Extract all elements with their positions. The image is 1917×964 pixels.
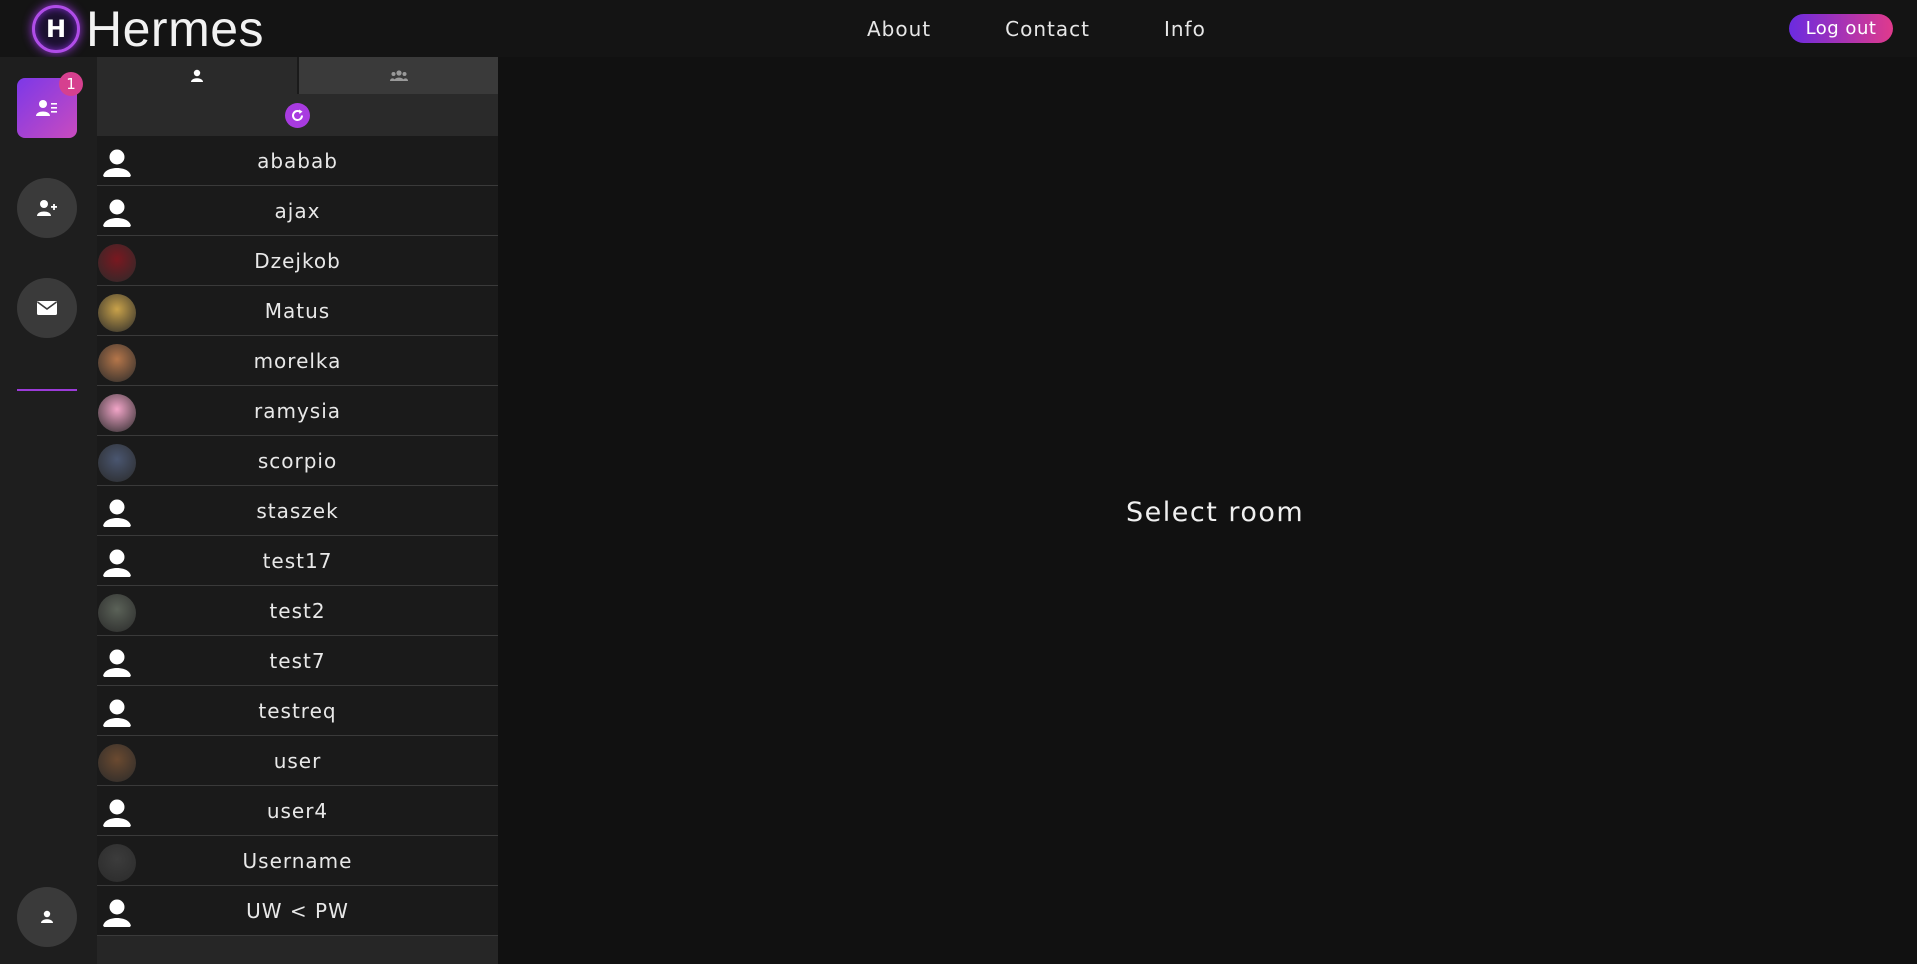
contact-name: ajax (274, 198, 321, 223)
avatar (98, 344, 136, 382)
default-avatar-icon (98, 894, 136, 932)
contact-row[interactable]: Dzejkob (97, 236, 498, 286)
friends-badge: 1 (59, 72, 83, 96)
nav-about-link[interactable]: About (867, 17, 931, 41)
panel-tabs (97, 57, 498, 94)
tab-direct[interactable] (97, 57, 297, 94)
app-logo[interactable]: H Hermes (32, 4, 264, 54)
avatar (98, 594, 136, 632)
refresh-icon[interactable] (285, 102, 310, 128)
friends-list-icon (36, 100, 57, 116)
left-rail: 1 (0, 57, 97, 964)
contact-name: Dzejkob (254, 248, 341, 273)
default-avatar-icon (98, 144, 136, 182)
contact-name: test2 (269, 598, 326, 623)
nav-info-link[interactable]: Info (1164, 17, 1206, 41)
contact-row[interactable]: test2 (97, 586, 498, 636)
top-header: H Hermes About Contact Info Log out (0, 0, 1917, 57)
contact-name: testreq (258, 698, 337, 723)
contact-name: ababab (257, 148, 338, 173)
app-title: Hermes (86, 1, 265, 57)
default-avatar-icon (98, 644, 136, 682)
contact-row[interactable]: scorpio (97, 436, 498, 486)
tab-groups[interactable] (297, 57, 498, 94)
avatar (98, 844, 136, 882)
contact-name: UW < PW (246, 898, 349, 923)
hermes-logo-icon: H (32, 5, 80, 53)
contact-row[interactable]: Username (97, 836, 498, 886)
contact-row[interactable]: Matus (97, 286, 498, 336)
contact-name: user4 (266, 798, 329, 823)
user-icon (191, 69, 203, 82)
contact-name: test17 (262, 548, 333, 573)
default-avatar-icon (98, 194, 136, 232)
avatar (98, 444, 136, 482)
default-avatar-icon (98, 794, 136, 832)
contact-name: test7 (269, 648, 326, 673)
contact-row[interactable]: ababab (97, 136, 498, 186)
contact-name: scorpio (257, 448, 338, 473)
profile-icon (41, 910, 53, 923)
rail-divider (17, 389, 77, 391)
contact-name: Username (242, 848, 353, 873)
default-avatar-icon (98, 694, 136, 732)
contact-row[interactable]: user4 (97, 786, 498, 836)
contact-row[interactable]: test7 (97, 636, 498, 686)
add-friend-icon (37, 200, 57, 216)
contact-row[interactable]: staszek (97, 486, 498, 536)
contact-name: morelka (253, 348, 342, 373)
default-avatar-icon (98, 544, 136, 582)
logout-button[interactable]: Log out (1789, 14, 1893, 43)
nav-contact-link[interactable]: Contact (1005, 17, 1090, 41)
contact-row[interactable]: testreq (97, 686, 498, 736)
contact-row[interactable]: ramysia (97, 386, 498, 436)
avatar (98, 744, 136, 782)
messages-button[interactable] (17, 278, 77, 338)
contact-row[interactable]: ajax (97, 186, 498, 236)
avatar (98, 394, 136, 432)
avatar (98, 244, 136, 282)
avatar (98, 294, 136, 332)
add-friend-button[interactable] (17, 178, 77, 238)
refresh-row (97, 94, 498, 136)
contact-list: ababab ajax Dzejkob Matus morelka ramysia scor… (97, 136, 498, 936)
contact-row[interactable]: user (97, 736, 498, 786)
contact-name: ramysia (253, 398, 342, 423)
logo-glyph: H (45, 15, 67, 43)
profile-button[interactable] (17, 887, 77, 947)
select-room-message: Select room (1126, 497, 1305, 528)
main-nav: About Contact Info (867, 17, 1280, 41)
default-avatar-icon (98, 494, 136, 532)
friends-list-button[interactable]: 1 (17, 72, 83, 138)
contact-name: user (273, 748, 322, 773)
contact-row[interactable]: morelka (97, 336, 498, 386)
contact-name: staszek (256, 498, 339, 523)
contact-name: Matus (264, 298, 331, 323)
contacts-panel: ababab ajax Dzejkob Matus morelka ramysia scor… (97, 57, 498, 964)
envelope-icon (37, 301, 57, 315)
users-group-icon (389, 69, 408, 81)
contact-row[interactable]: test17 (97, 536, 498, 586)
contact-row[interactable]: UW < PW (97, 886, 498, 936)
